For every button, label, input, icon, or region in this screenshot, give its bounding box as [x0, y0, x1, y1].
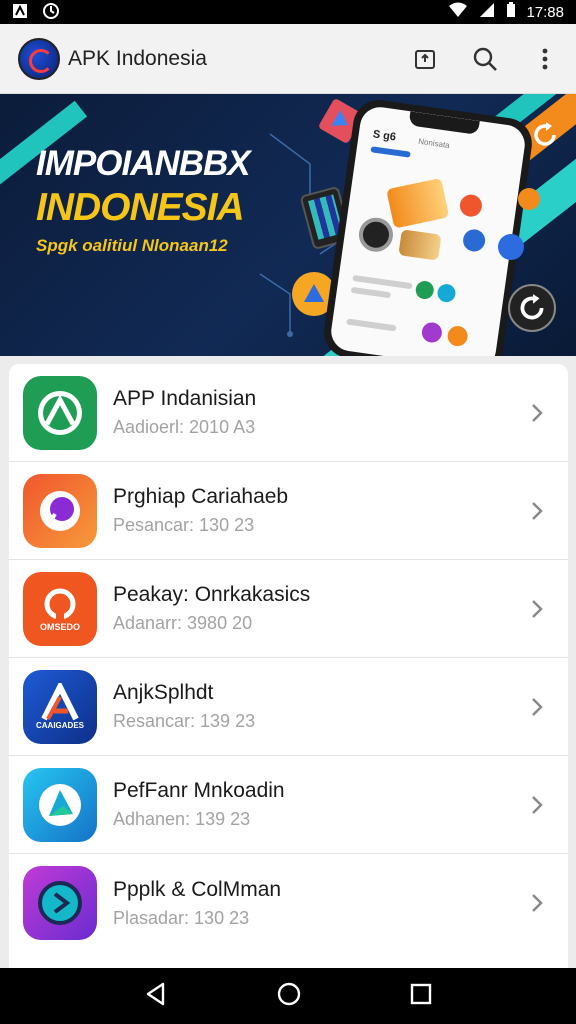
app-title: APK Indonesia	[68, 46, 207, 70]
chevron-right-icon	[532, 403, 543, 422]
promo-banner[interactable]: IMPOIANBBX INDONESIA Spgk oalitiul Nlona…	[0, 94, 576, 356]
list-item[interactable]: APP Indanisian Aadioerl: 2010 A3	[9, 364, 568, 462]
app-meta: Adanarr: 3980 20	[113, 613, 253, 633]
list-item[interactable]: OMSEDO Peakay: Onrkakasics Adanarr: 3980…	[9, 560, 568, 658]
list-item[interactable]: Prghiap Cariahaeb Pesancar: 130 23	[9, 462, 568, 560]
list-item[interactable]: Ppplk & ColMman Plasadar: 130 23	[9, 854, 568, 952]
phone-header: S g6	[372, 128, 397, 144]
app-name: PefFanr Mnkoadin	[113, 779, 285, 802]
orange-orb-icon	[518, 188, 540, 210]
signal-icon	[478, 2, 496, 22]
app-name: Ppplk & ColMman	[113, 877, 282, 901]
wifi-icon	[448, 2, 468, 22]
banner-title: IMPOIANBBX	[36, 144, 251, 183]
phone-tab: Nonisata	[417, 136, 451, 151]
battery-icon	[506, 2, 516, 22]
android-green-icon	[23, 375, 97, 450]
system-nav-bar	[0, 968, 576, 1024]
app-name: Prghiap Cariahaeb	[113, 485, 289, 508]
status-bar: 17:88	[0, 0, 576, 24]
chevron-right-icon	[532, 599, 543, 618]
app-name: Peakay: Onrkakasics	[113, 583, 311, 606]
app-meta: Adhanen: 139 23	[113, 809, 251, 829]
chevron-right-icon	[532, 697, 543, 716]
list-item[interactable]: CAAIGADES AnjkSplhdt Resancar: 139 23	[9, 658, 568, 756]
banner-subtitle: INDONESIA	[36, 186, 245, 229]
home-icon[interactable]	[276, 981, 302, 1012]
clock: 17:88	[526, 3, 564, 21]
app-meta: Aadioerl: 2010 A3	[113, 417, 256, 437]
app-meta: Pesancar: 130 23	[113, 515, 255, 535]
play-purple-icon	[23, 866, 97, 940]
back-icon[interactable]	[143, 981, 169, 1012]
refresh-button-icon[interactable]	[508, 284, 556, 332]
share-icon[interactable]	[412, 46, 438, 72]
app-list: APP Indanisian Aadioerl: 2010 A3 Prghiap…	[9, 364, 568, 974]
more-vert-icon[interactable]	[532, 46, 558, 72]
banner-tagline: Spgk oalitiul Nlonaan12	[36, 236, 228, 255]
recents-icon[interactable]	[409, 982, 433, 1011]
chevron-right-icon	[532, 894, 543, 912]
sync-icon	[42, 2, 60, 23]
search-icon[interactable]	[472, 46, 498, 72]
phone-mockup: S g6 Nonisata	[320, 96, 536, 356]
app-logo-icon	[18, 37, 60, 80]
app-name: APP Indanisian	[113, 387, 257, 410]
a-logo-blue-icon: CAAIGADES	[23, 669, 97, 744]
refresh-icon[interactable]	[530, 120, 560, 150]
notification-icon	[12, 3, 28, 22]
app-name: AnjkSplhdt	[113, 681, 214, 704]
chat-orange-icon	[23, 473, 97, 548]
app-bar: APK Indonesia	[0, 24, 576, 94]
blue-orb-icon	[498, 234, 524, 260]
app-meta: Resancar: 139 23	[113, 711, 256, 731]
play-teal-icon	[23, 767, 97, 842]
app-icon-label: OMSEDO	[39, 621, 80, 632]
app-icon-label: CAAIGADES	[35, 721, 84, 730]
app-meta: Plasadar: 130 23	[113, 907, 250, 928]
circle-orange-icon: OMSEDO	[23, 571, 97, 646]
chevron-right-icon	[532, 795, 543, 814]
list-item[interactable]: PefFanr Mnkoadin Adhanen: 139 23	[9, 756, 568, 854]
chevron-right-icon	[532, 501, 543, 520]
